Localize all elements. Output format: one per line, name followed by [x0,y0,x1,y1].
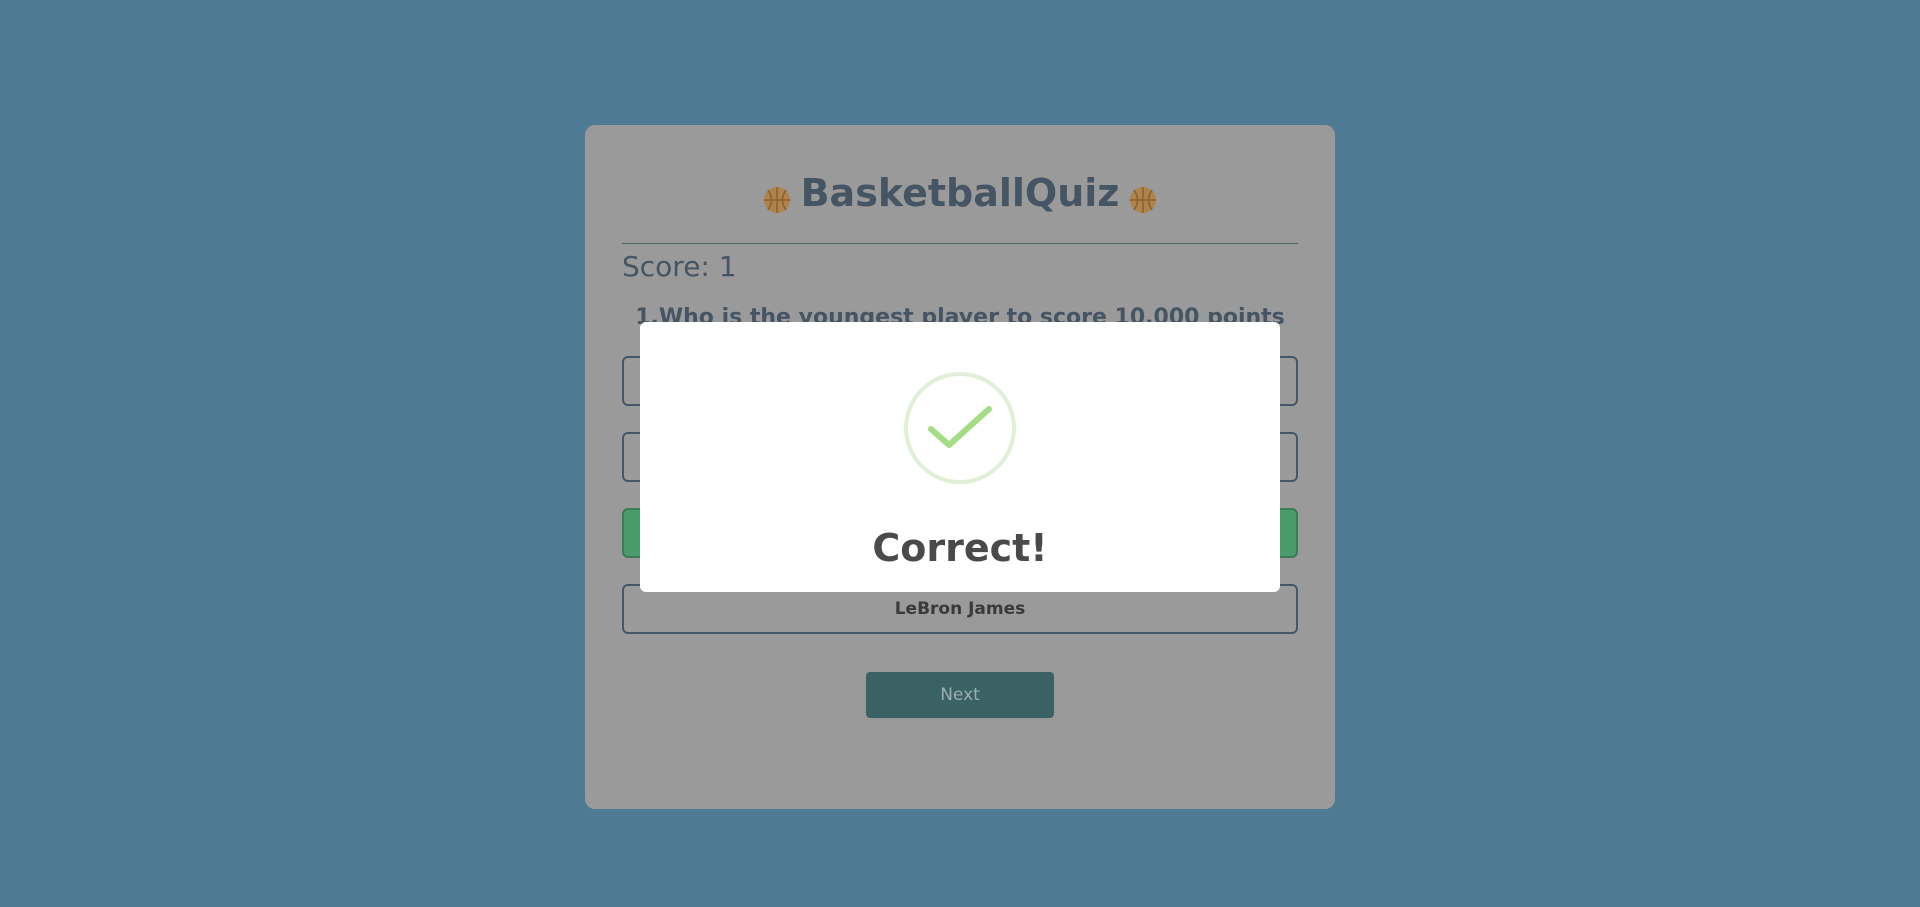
success-circle [904,372,1016,484]
quiz-header: BasketballQuiz [622,163,1298,223]
quiz-title: BasketballQuiz [800,171,1120,215]
next-button[interactable]: Next [866,672,1054,718]
result-modal: Correct! [640,322,1280,592]
checkmark-icon [928,406,992,448]
header-divider [622,243,1298,244]
modal-title: Correct! [872,526,1048,570]
basketball-icon [763,179,791,213]
basketball-icon [1129,179,1157,213]
answer-label: LeBron James [894,599,1026,619]
score-label: Score: 1 [622,250,737,283]
